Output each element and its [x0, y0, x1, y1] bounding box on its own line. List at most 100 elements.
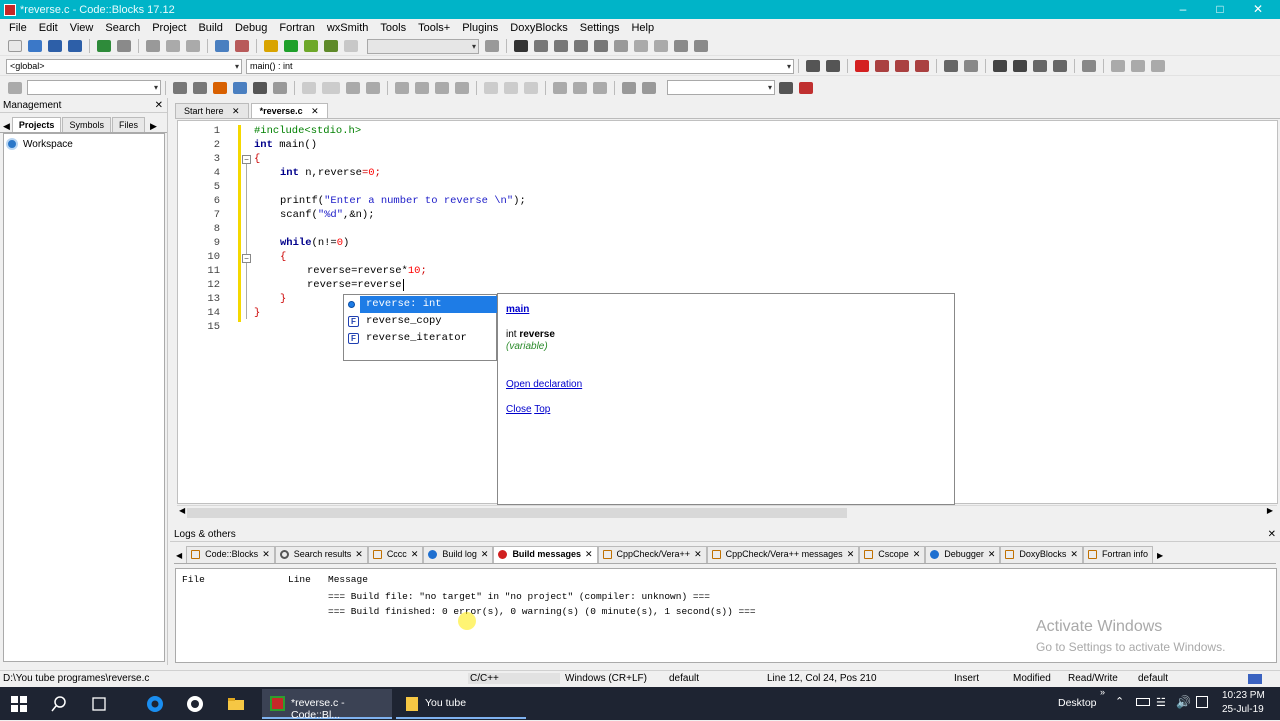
- target-options-icon[interactable]: [485, 40, 499, 52]
- build-message[interactable]: === Build finished: 0 error(s), 0 warnin…: [328, 606, 756, 617]
- symbol-s-icon[interactable]: [622, 81, 636, 94]
- zoom-reset-icon[interactable]: [593, 81, 607, 94]
- tab-symbols[interactable]: Symbols: [62, 117, 111, 132]
- column-header-message[interactable]: Message: [328, 574, 368, 585]
- network-icon[interactable]: ☱: [1156, 696, 1166, 709]
- scroll-thumb[interactable]: [187, 508, 847, 518]
- log-tab-debugger[interactable]: Debugger ✕: [925, 546, 1001, 563]
- tab-reverse-c[interactable]: *reverse.c ✕: [250, 103, 328, 118]
- log-tab-build-log[interactable]: Build log ✕: [423, 546, 494, 563]
- column-header-line[interactable]: Line: [288, 574, 311, 585]
- line-comment-icon[interactable]: [1013, 60, 1027, 72]
- close-window-button[interactable]: ✕: [1238, 0, 1278, 19]
- rect-icon[interactable]: [322, 81, 340, 94]
- stop-debug-icon[interactable]: [654, 40, 668, 52]
- navigate-icon[interactable]: [964, 60, 978, 72]
- menu-file[interactable]: File: [3, 22, 33, 34]
- menu-wxsmith[interactable]: wxSmith: [321, 22, 375, 34]
- minimize-button[interactable]: –: [1163, 0, 1203, 19]
- zoom-out-icon[interactable]: [573, 81, 587, 94]
- close-tab-icon[interactable]: ✕: [585, 549, 593, 559]
- search-icon[interactable]: [50, 691, 72, 717]
- doxy-comment-icon[interactable]: [993, 60, 1007, 72]
- search-options-icon[interactable]: [799, 81, 813, 94]
- clear-bookmarks-icon[interactable]: [915, 60, 929, 72]
- menu-debug[interactable]: Debug: [229, 22, 273, 34]
- copy-icon[interactable]: [166, 40, 180, 52]
- top-doc-link[interactable]: Top: [534, 404, 550, 415]
- undo-icon[interactable]: [97, 40, 111, 52]
- menu-edit[interactable]: Edit: [33, 22, 64, 34]
- wrap-icon[interactable]: [273, 81, 287, 94]
- run-icon[interactable]: [284, 40, 298, 52]
- help-icon[interactable]: [1053, 60, 1067, 72]
- tools-icon[interactable]: [1082, 60, 1096, 72]
- log-tab-scroll-right-icon[interactable]: ▶: [1153, 551, 1165, 563]
- close-tab-icon[interactable]: ✕: [232, 106, 240, 116]
- cut-icon[interactable]: [146, 40, 160, 52]
- image-edit-icon[interactable]: [366, 81, 380, 94]
- search-icon[interactable]: [779, 81, 793, 94]
- last-icon[interactable]: [1151, 60, 1165, 72]
- next-bookmark-icon[interactable]: [895, 60, 909, 72]
- menu-project[interactable]: Project: [146, 22, 192, 34]
- menu-plugins[interactable]: Plugins: [456, 22, 504, 34]
- insert-icon[interactable]: [233, 81, 247, 94]
- menu-settings[interactable]: Settings: [574, 22, 626, 34]
- symbol-c-icon[interactable]: [642, 81, 656, 94]
- log-tab-build-messages[interactable]: Build messages ✕: [493, 546, 598, 563]
- tab-start-here[interactable]: Start here ✕: [175, 103, 249, 118]
- save-all-icon[interactable]: [68, 40, 82, 52]
- compiler-select[interactable]: ▾: [27, 80, 161, 95]
- search-app-icon[interactable]: [185, 691, 207, 717]
- step-out-icon[interactable]: [594, 40, 608, 52]
- scroll-right-icon[interactable]: ▶: [1267, 506, 1273, 515]
- search-combo[interactable]: ▾: [667, 80, 775, 95]
- image-icon[interactable]: [346, 81, 360, 94]
- fold-marker-icon[interactable]: −: [242, 254, 251, 263]
- step-into-icon[interactable]: [574, 40, 588, 52]
- menu-doxyblocks[interactable]: DoxyBlocks: [504, 22, 573, 34]
- abort-icon[interactable]: [344, 40, 358, 52]
- close-tab-icon[interactable]: ✕: [481, 549, 489, 559]
- desktop-toolbar-chevron-icon[interactable]: »: [1100, 687, 1105, 697]
- autocomplete-item[interactable]: Freverse_copy: [344, 313, 496, 330]
- redo-icon[interactable]: [117, 40, 131, 52]
- doxywizard-icon[interactable]: [1033, 60, 1047, 72]
- close-logs-icon[interactable]: ✕: [1268, 527, 1276, 542]
- build-message[interactable]: === Build file: "no target" in "no proje…: [328, 591, 710, 602]
- build-target-select[interactable]: ▾: [367, 38, 479, 54]
- tab-projects[interactable]: Projects: [11, 117, 62, 132]
- menu-view[interactable]: View: [64, 22, 100, 34]
- log-tab-cppcheck[interactable]: CppCheck/Vera++ ✕: [597, 546, 707, 563]
- debug-windows-icon[interactable]: [674, 40, 688, 52]
- file-explorer-icon[interactable]: [226, 691, 248, 717]
- layout3-icon[interactable]: [524, 81, 538, 94]
- desktop-toolbar-label[interactable]: Desktop: [1058, 697, 1097, 709]
- close-tab-icon[interactable]: ✕: [988, 549, 996, 559]
- close-doc-link[interactable]: Close: [506, 404, 532, 415]
- notifications-icon[interactable]: [1196, 696, 1208, 708]
- replace-icon[interactable]: [235, 40, 249, 52]
- maximize-button[interactable]: □: [1200, 0, 1240, 19]
- clock-time[interactable]: 10:23 PM: [1222, 690, 1265, 701]
- taskbar-app-codeblocks[interactable]: *reverse.c - Code::Bl...: [262, 689, 392, 721]
- taskbar-app-folder[interactable]: You tube: [396, 689, 526, 719]
- highlight-icon[interactable]: [944, 60, 958, 72]
- various-info-icon[interactable]: [694, 40, 708, 52]
- next-instruction-icon[interactable]: [614, 40, 628, 52]
- zoom-in-icon[interactable]: [553, 81, 567, 94]
- tab-scroll-right-icon[interactable]: ▶: [150, 121, 157, 132]
- scope-select[interactable]: <global> ▾: [6, 58, 242, 74]
- log-tab-cccc[interactable]: Cccc ✕: [367, 546, 424, 563]
- close-tab-icon[interactable]: ✕: [355, 549, 363, 559]
- align-center-icon[interactable]: [415, 81, 429, 94]
- nav-forward-icon[interactable]: [193, 81, 207, 94]
- nav-back-icon[interactable]: [173, 81, 187, 94]
- close-tab-icon[interactable]: ✕: [411, 549, 419, 559]
- menu-tools[interactable]: Tools: [374, 22, 412, 34]
- paste-icon[interactable]: [186, 40, 200, 52]
- save-icon[interactable]: [48, 40, 62, 52]
- align-left-icon[interactable]: [395, 81, 409, 94]
- log-tab-cppcheck-messages[interactable]: CppCheck/Vera++ messages ✕: [706, 546, 860, 563]
